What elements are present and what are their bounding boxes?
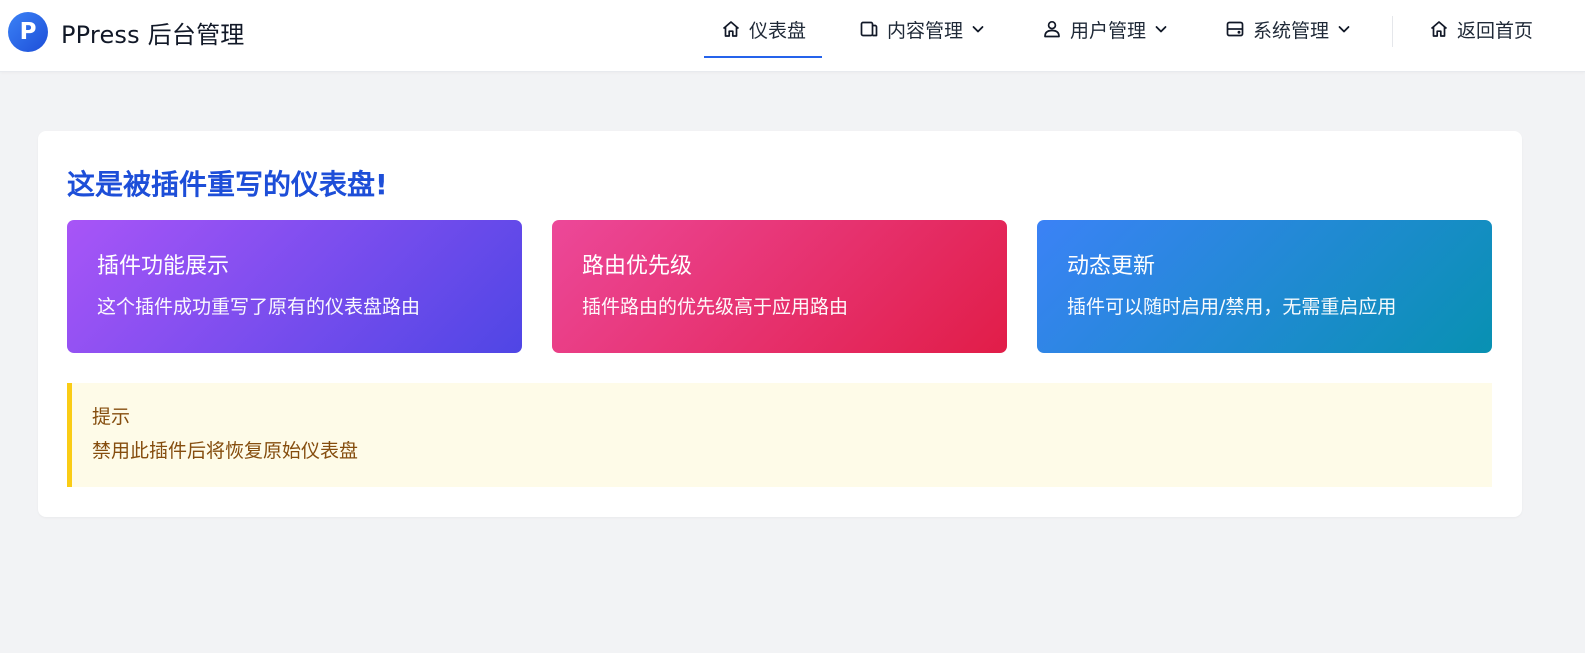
nav-item-dashboard[interactable]: 仪表盘 [703, 0, 823, 58]
back-home-link[interactable]: 返回首页 [1429, 0, 1533, 58]
card-description: 插件可以随时启用/禁用，无需重启应用 [1067, 296, 1397, 318]
feature-card-dynamic-update: 动态更新 插件可以随时启用/禁用，无需重启应用 [1037, 220, 1492, 353]
card-title: 插件功能展示 [97, 254, 230, 279]
nav-item-label: 内容管理 [887, 19, 964, 42]
home-icon [721, 19, 741, 39]
nav-item-label: 系统管理 [1253, 19, 1330, 42]
page-title: 这是被插件重写的仪表盘! [67, 168, 388, 201]
top-navbar: P PPress 后台管理 仪表盘 内容管理 用户管理 系统管理 返回首页 [0, 0, 1585, 72]
brand-logo-icon: P [8, 12, 48, 52]
brand[interactable]: P PPress 后台管理 [8, 12, 244, 52]
server-icon [1225, 19, 1245, 39]
tip-alert: 提示 禁用此插件后将恢复原始仪表盘 [67, 383, 1492, 487]
feature-card-route-priority: 路由优先级 插件路由的优先级高于应用路由 [552, 220, 1007, 353]
nav-divider [1392, 16, 1393, 47]
nav-item-system[interactable]: 系统管理 [1225, 0, 1351, 58]
back-home-label: 返回首页 [1457, 19, 1534, 42]
chevron-down-icon [1154, 22, 1168, 36]
nav-item-label: 仪表盘 [749, 19, 807, 42]
chevron-down-icon [971, 22, 985, 36]
tip-title: 提示 [92, 406, 131, 428]
card-description: 这个插件成功重写了原有的仪表盘路由 [97, 296, 421, 318]
nav-item-content[interactable]: 内容管理 [859, 0, 985, 58]
dashboard-panel: 这是被插件重写的仪表盘! 插件功能展示 这个插件成功重写了原有的仪表盘路由 路由… [38, 131, 1522, 517]
chevron-down-icon [1337, 22, 1351, 36]
home-icon [1429, 19, 1449, 39]
card-description: 插件路由的优先级高于应用路由 [582, 296, 849, 318]
brand-title: PPress 后台管理 [61, 20, 245, 49]
tip-description: 禁用此插件后将恢复原始仪表盘 [92, 440, 359, 462]
card-title: 路由优先级 [582, 254, 693, 279]
document-icon [859, 19, 879, 39]
nav-item-label: 用户管理 [1070, 19, 1147, 42]
users-icon [1042, 19, 1062, 39]
card-title: 动态更新 [1067, 254, 1156, 279]
nav-item-users[interactable]: 用户管理 [1042, 0, 1168, 58]
feature-card-plugin: 插件功能展示 这个插件成功重写了原有的仪表盘路由 [67, 220, 522, 353]
